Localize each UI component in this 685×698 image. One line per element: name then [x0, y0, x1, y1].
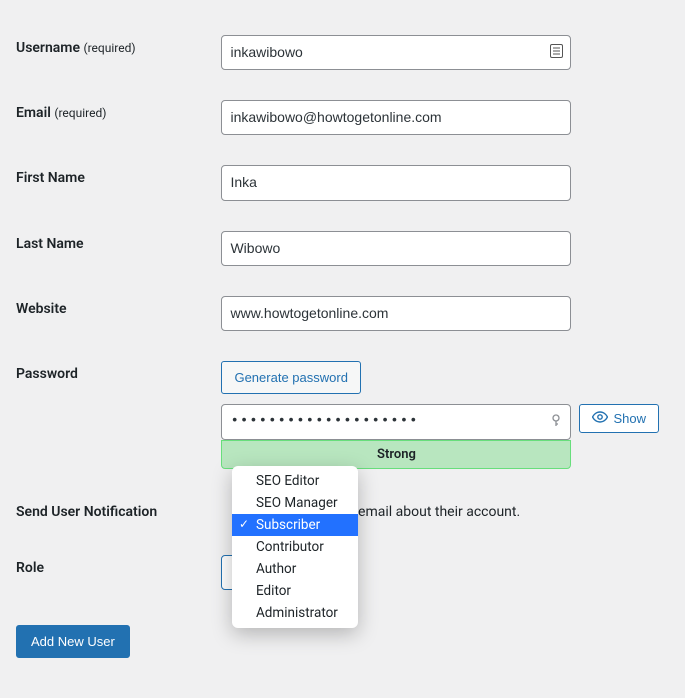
website-label: Website: [16, 281, 211, 346]
username-label: Username (required): [16, 20, 211, 85]
email-label: Email (required): [16, 85, 211, 150]
role-label: Role: [16, 540, 211, 605]
email-input[interactable]: [221, 100, 571, 135]
role-option[interactable]: Administrator: [232, 602, 358, 624]
send-notification-label: Send User Notification: [16, 484, 211, 540]
last-name-input[interactable]: [221, 231, 571, 266]
password-label: Password: [16, 346, 211, 484]
generate-password-button[interactable]: Generate password: [221, 361, 360, 395]
password-strength-meter: Strong: [221, 440, 571, 469]
first-name-label: First Name: [16, 150, 211, 215]
role-option[interactable]: Contributor: [232, 536, 358, 558]
keyboard-icon: [550, 44, 563, 62]
role-option[interactable]: Editor: [232, 580, 358, 602]
role-dropdown[interactable]: SEO EditorSEO ManagerSubscriberContribut…: [232, 466, 358, 628]
first-name-input[interactable]: [221, 165, 571, 200]
password-input[interactable]: [221, 404, 571, 439]
show-password-button[interactable]: Show: [579, 404, 659, 433]
key-icon: [549, 413, 563, 431]
role-option[interactable]: SEO Manager: [232, 492, 358, 514]
username-input[interactable]: [221, 35, 571, 70]
role-option[interactable]: Subscriber: [232, 514, 358, 536]
add-new-user-button[interactable]: Add New User: [16, 625, 130, 658]
role-option[interactable]: SEO Editor: [232, 470, 358, 492]
role-option[interactable]: Author: [232, 558, 358, 580]
website-input[interactable]: [221, 296, 571, 331]
last-name-label: Last Name: [16, 216, 211, 281]
eye-icon: [592, 411, 608, 426]
